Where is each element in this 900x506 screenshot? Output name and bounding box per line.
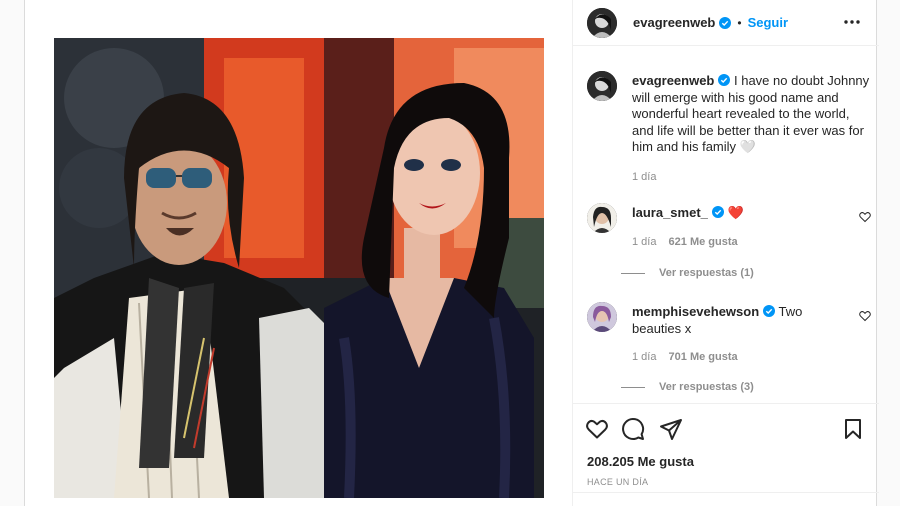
commenter-avatar[interactable] <box>587 302 617 332</box>
heart-outline-icon[interactable] <box>585 417 609 441</box>
side-panel: evagreenweb • Seguir evagreenweb I have … <box>572 0 879 506</box>
post-photo[interactable] <box>54 38 544 498</box>
comment-like-icon[interactable] <box>859 211 871 223</box>
bookmark-icon[interactable] <box>841 417 865 441</box>
comment-meta: 1 día 621 Me gusta <box>632 234 827 251</box>
comment-like-icon[interactable] <box>859 310 871 322</box>
caption-username[interactable]: evagreenweb <box>632 73 714 88</box>
action-bar: 208.205 Me gusta HACE UN DÍA <box>573 403 879 506</box>
replies-divider <box>621 386 645 388</box>
add-comment-area <box>573 492 879 506</box>
post-header: evagreenweb • Seguir <box>573 0 879 46</box>
replies-divider <box>621 272 645 274</box>
author-avatar[interactable] <box>587 7 617 38</box>
caption-avatar[interactable] <box>587 71 617 101</box>
view-replies-button[interactable]: Ver respuestas (1) <box>621 267 754 279</box>
commenter-username[interactable]: laura_smet_ <box>632 205 708 220</box>
post-time: HACE UN DÍA <box>587 477 649 487</box>
comment-text: memphisevehewson Two beauties x 1 día 70… <box>632 304 827 366</box>
likes-count[interactable]: 208.205 Me gusta <box>587 454 694 469</box>
comments-list: evagreenweb I have no doubt Johnny will … <box>573 47 879 402</box>
replies-label: Ver respuestas (1) <box>659 267 754 279</box>
media-pane <box>25 0 572 506</box>
post-card: evagreenweb • Seguir evagreenweb I have … <box>24 0 879 506</box>
commenter-username[interactable]: memphisevehewson <box>632 304 759 319</box>
comment-meta: 1 día 701 Me gusta <box>632 349 827 366</box>
comment-text: laura_smet_ ❤️ 1 día 621 Me gusta <box>632 205 827 250</box>
caption-age: 1 día <box>632 170 657 183</box>
paper-plane-icon[interactable] <box>659 417 683 441</box>
comment-age: 1 día <box>632 351 657 363</box>
follow-button[interactable]: Seguir <box>748 15 788 30</box>
ellipsis-icon[interactable] <box>843 16 861 28</box>
replies-label: Ver respuestas (3) <box>659 381 754 393</box>
comment-likes[interactable]: 701 Me gusta <box>669 351 738 363</box>
verified-badge-icon <box>711 206 724 218</box>
separator-dot: • <box>737 15 742 30</box>
comment-likes[interactable]: 621 Me gusta <box>669 236 738 248</box>
verified-badge-icon <box>719 16 732 29</box>
verified-badge-icon <box>718 74 731 86</box>
comment-body: ❤️ <box>727 205 744 220</box>
caption-text: evagreenweb I have no doubt Johnny will … <box>632 73 872 185</box>
author-username[interactable]: evagreenweb <box>633 15 715 30</box>
verified-badge-icon <box>763 305 776 317</box>
commenter-avatar[interactable] <box>587 203 617 233</box>
speech-bubble-icon[interactable] <box>621 417 645 441</box>
view-replies-button[interactable]: Ver respuestas (3) <box>621 381 754 393</box>
comment-age: 1 día <box>632 235 657 248</box>
